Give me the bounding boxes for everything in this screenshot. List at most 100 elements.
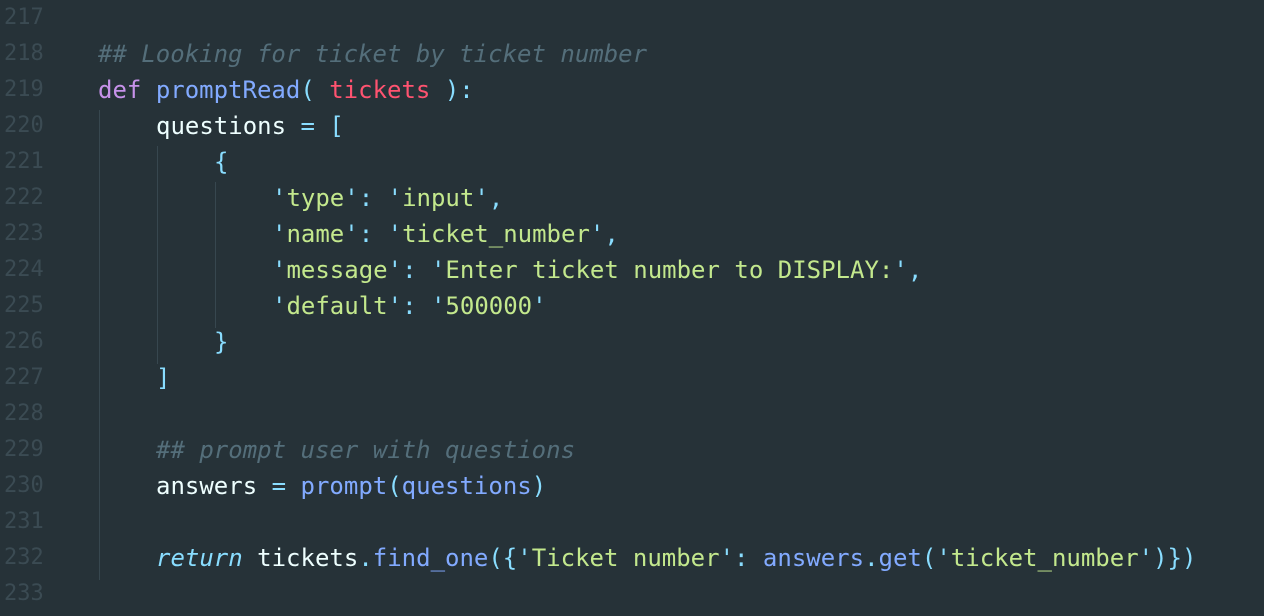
string: input <box>402 184 475 212</box>
variable: answers <box>156 472 258 500</box>
line-number: 228 <box>4 401 44 426</box>
punctuation: )}) <box>1153 544 1197 572</box>
code-line[interactable]: ] <box>156 360 170 396</box>
punctuation: , <box>907 256 923 284</box>
string: Enter ticket number to DISPLAY: <box>445 256 894 284</box>
punctuation: ] <box>156 364 171 392</box>
keyword: def <box>98 76 142 104</box>
punctuation: : <box>734 544 749 572</box>
string: message <box>286 256 388 284</box>
quote: ' <box>532 292 547 320</box>
function-name: promptRead <box>155 76 301 104</box>
keyword: return <box>156 544 243 572</box>
line-number: 221 <box>4 149 44 174</box>
string: 500000 <box>445 292 533 320</box>
punctuation: . <box>358 544 373 572</box>
string: ticket_number <box>402 220 590 248</box>
quote: ' <box>272 184 287 212</box>
method-call: find_one <box>372 544 489 572</box>
punctuation: , <box>604 220 619 248</box>
line-number: 226 <box>4 329 44 354</box>
parameter: tickets <box>329 76 431 104</box>
line-number: 220 <box>4 113 44 138</box>
code-line[interactable]: return tickets.find_one({'Ticket number'… <box>156 540 1196 576</box>
code-line[interactable]: ## prompt user with questions <box>156 432 575 468</box>
line-number: 218 <box>4 41 44 66</box>
variable: answers <box>762 544 865 572</box>
code-line[interactable]: def promptRead( tickets ): <box>98 72 474 108</box>
punctuation: } <box>214 328 229 356</box>
code-line[interactable]: questions = [ <box>156 108 344 144</box>
line-number: 230 <box>4 473 44 498</box>
line-number: 219 <box>4 77 44 102</box>
function-call: prompt <box>300 472 388 500</box>
string: name <box>286 220 345 248</box>
line-number: 232 <box>4 545 44 570</box>
indent-guide <box>157 146 158 364</box>
quote: ' <box>387 292 403 320</box>
punctuation: ): <box>444 76 474 104</box>
comment: ## Looking for ticket by ticket number <box>98 40 648 68</box>
quote: ' <box>589 220 605 248</box>
line-number: 229 <box>4 437 44 462</box>
quote: ' <box>517 544 532 572</box>
code-line[interactable]: 'message': 'Enter ticket number to DISPL… <box>272 252 922 288</box>
variable: tickets <box>257 544 359 572</box>
punctuation: : <box>402 292 417 320</box>
indent-guide <box>99 110 100 580</box>
quote: ' <box>719 544 735 572</box>
variable: questions <box>156 112 287 140</box>
quote: ' <box>387 184 403 212</box>
line-number: 225 <box>4 293 44 318</box>
operator: = <box>271 472 287 500</box>
punctuation: : <box>402 256 417 284</box>
line-number: 227 <box>4 365 44 390</box>
quote: ' <box>344 220 359 248</box>
punctuation: , <box>488 184 504 212</box>
punctuation: [ <box>329 112 344 140</box>
indent-guide <box>215 182 216 328</box>
quote: ' <box>344 184 359 212</box>
code-line[interactable]: 'name': 'ticket_number', <box>272 216 619 252</box>
comment: ## prompt user with questions <box>156 436 576 464</box>
code-line[interactable]: { <box>214 144 228 180</box>
punctuation: ) <box>531 472 547 500</box>
quote: ' <box>272 292 287 320</box>
code-editor[interactable]: 217 218 219 220 221 222 223 224 225 226 … <box>0 0 1264 616</box>
punctuation: { <box>214 148 229 176</box>
code-line[interactable]: answers = prompt(questions) <box>156 468 546 504</box>
line-number: 233 <box>4 581 44 606</box>
quote: ' <box>474 184 489 212</box>
punctuation: ( <box>921 544 937 572</box>
punctuation: . <box>864 544 879 572</box>
quote: ' <box>272 220 287 248</box>
code-line[interactable]: ## Looking for ticket by ticket number <box>98 36 647 72</box>
string: type <box>286 184 345 212</box>
string: Ticket number <box>531 544 720 572</box>
punctuation: ( <box>387 472 402 500</box>
line-number: 223 <box>4 221 44 246</box>
operator: = <box>300 112 315 140</box>
quote: ' <box>430 256 446 284</box>
string: default <box>286 292 388 320</box>
punctuation: ({ <box>488 544 518 572</box>
punctuation: : <box>358 220 374 248</box>
argument: questions <box>401 472 532 500</box>
line-number: 231 <box>4 509 44 534</box>
method-call: get <box>878 544 922 572</box>
quote: ' <box>936 544 951 572</box>
code-line[interactable]: 'default': '500000' <box>272 288 547 324</box>
quote: ' <box>387 220 403 248</box>
punctuation: : <box>358 184 374 212</box>
quote: ' <box>387 256 403 284</box>
line-number: 222 <box>4 185 44 210</box>
quote: ' <box>893 256 908 284</box>
quote: ' <box>272 256 287 284</box>
quote: ' <box>1138 544 1154 572</box>
code-line[interactable]: 'type': 'input', <box>272 180 503 216</box>
string: ticket_number <box>950 544 1139 572</box>
code-line[interactable]: } <box>214 324 228 360</box>
punctuation: ( <box>300 76 315 104</box>
line-number: 224 <box>4 257 44 282</box>
line-number: 217 <box>4 5 44 30</box>
